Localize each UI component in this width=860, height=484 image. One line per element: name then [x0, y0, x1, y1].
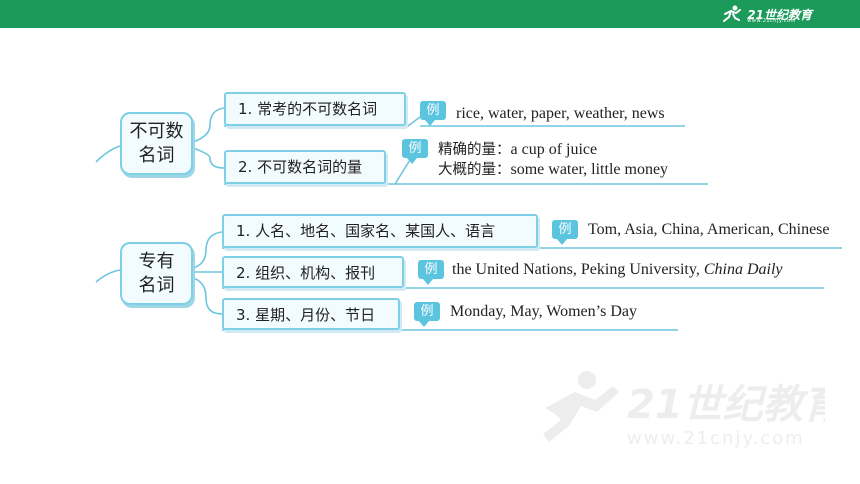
- branch-common-uncountable: 1. 常考的不可数名词: [224, 92, 406, 126]
- watermark-text: 21世纪教育: [627, 382, 825, 428]
- example-tag: 例: [420, 101, 446, 126]
- branch-label: 1. 人名、地名、国家名、某国人、语言: [236, 222, 496, 240]
- connector-g2-b3: [192, 277, 223, 315]
- branch-label: 2. 组织、机构、报刊: [236, 264, 376, 282]
- connector-g1-b1: [192, 107, 225, 143]
- connector-g1-b2: [192, 147, 225, 169]
- example-text-en: a cup of juice: [510, 141, 598, 158]
- example-tag: 例: [414, 302, 440, 327]
- root-label-line1: 专有: [138, 250, 175, 272]
- root-tail-line-1: [95, 145, 121, 163]
- branch-label: 2. 不可数名词的量: [238, 158, 363, 176]
- example-text: Tom, Asia, China, American, Chinese: [588, 221, 830, 238]
- example-precise: 精确的量：a cup of juice: [438, 140, 597, 160]
- example-label-cn: 精确的量：: [438, 142, 511, 158]
- branch-label: 1. 常考的不可数名词: [238, 100, 378, 118]
- root-label-line2: 名词: [138, 144, 175, 166]
- example-tag: 例: [402, 139, 428, 164]
- example-approximate: 大概的量：some water, little money: [438, 160, 668, 180]
- root-node-proper: 专有 名词: [120, 242, 193, 305]
- example-tag: 例: [418, 260, 444, 285]
- example-text-italic: China Daily: [703, 261, 783, 278]
- example-label-cn: 大概的量：: [438, 162, 511, 178]
- example-text-plain: the United Nations, Peking University,: [452, 261, 700, 278]
- branch-uncountable-quantity: 2. 不可数名词的量: [224, 150, 386, 184]
- root-label-line1: 不可数: [129, 120, 184, 142]
- watermark-logo: 21世纪教育 www.21cnjy.com: [543, 371, 825, 449]
- example-tag: 例: [552, 220, 578, 245]
- root-node-uncountable: 不可数 名词: [120, 112, 193, 175]
- watermark-url: www.21cnjy.com: [627, 428, 805, 449]
- example-text: rice, water, paper, weather, news: [456, 105, 665, 122]
- example-text: the United Nations, Peking University, C…: [452, 260, 783, 280]
- connector-g2-b1: [192, 231, 223, 269]
- branch-organizations: 2. 组织、机构、报刊: [222, 256, 404, 288]
- branch-names-places: 1. 人名、地名、国家名、某国人、语言: [222, 214, 538, 248]
- example-text: Monday, May, Women’s Day: [450, 303, 637, 320]
- branch-days-months-festivals: 3. 星期、月份、节日: [222, 298, 400, 330]
- root-tail-line-2: [95, 269, 121, 283]
- branch-label: 3. 星期、月份、节日: [236, 306, 376, 324]
- example-text-en: some water, little money: [510, 161, 669, 178]
- root-label-line2: 名词: [138, 274, 175, 296]
